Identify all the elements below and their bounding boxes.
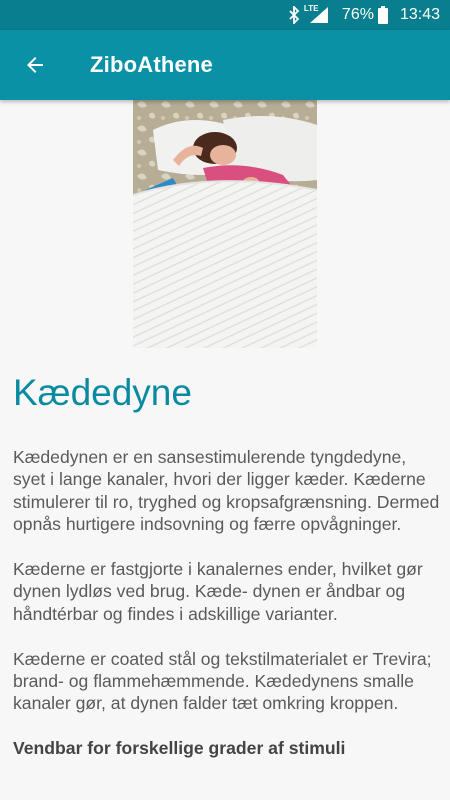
status-bar: LTE 76% 13:43 [0, 0, 450, 30]
back-button[interactable] [0, 30, 70, 100]
clock: 13:43 [399, 6, 440, 23]
product-image [133, 100, 317, 348]
network-type: LTE [303, 4, 319, 13]
article-subheading: Vendbar for forskellige grader af stimul… [13, 738, 346, 759]
battery-percent: 76% [341, 6, 374, 23]
bluetooth-icon [288, 6, 300, 24]
battery-icon [377, 6, 388, 24]
signal-icon: LTE [304, 4, 330, 24]
article-heading: Kædedyne [13, 372, 192, 413]
article-body: Kædedynen er en sansestimulerende tyngde… [13, 446, 443, 782]
article-paragraph: Kæderne er fastgjorte i kanalernes ender… [13, 559, 423, 624]
article-line: brand- og flammehæmmende. Kædedynens sma… [13, 671, 414, 714]
arrow-back-icon [27, 57, 43, 73]
article-line: Kæderne er coated stål og tekstilmateria… [13, 648, 432, 669]
article-paragraph: Kædedynen er en sansestimulerende tyngde… [13, 447, 440, 535]
app-bar: ZiboAthene [0, 30, 450, 100]
app-title: ZiboAthene [90, 52, 213, 77]
article-paragraph: Kæderne er coated stål og tekstilmateria… [13, 648, 443, 715]
article-content[interactable]: Kædedyne Kædedynen er en sansestimuleren… [0, 100, 450, 800]
